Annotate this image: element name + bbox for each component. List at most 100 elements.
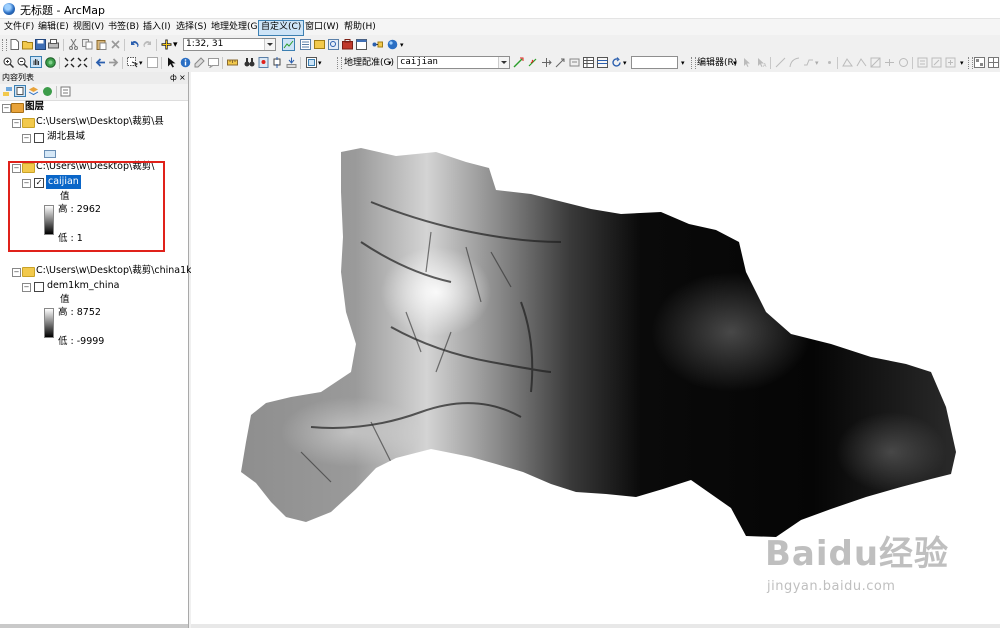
collapse-layer-toggle[interactable]: −	[22, 283, 31, 292]
create-viewer-window-icon[interactable]	[306, 57, 317, 68]
list-by-drawing-order-icon[interactable]	[2, 86, 13, 97]
sketch-properties-icon[interactable]	[931, 57, 942, 68]
menu-insert[interactable]: 插入(I)	[141, 20, 173, 34]
georeferencing-layer-select[interactable]: caijian	[397, 56, 510, 69]
save-icon[interactable]	[35, 39, 46, 50]
find-binoculars-icon[interactable]	[244, 57, 255, 68]
go-forward-icon[interactable]	[108, 57, 119, 68]
editor-menu[interactable]: 编辑器(R)	[697, 57, 737, 69]
construction-dropdown-arrow[interactable]: ▾	[815, 57, 819, 69]
copy-icon[interactable]	[82, 39, 93, 50]
chevron-down-icon[interactable]	[498, 57, 509, 68]
view-link-table-icon[interactable]	[583, 57, 594, 68]
add-data-dropdown-arrow[interactable]: ▾	[173, 39, 178, 51]
chevron-down-icon[interactable]	[264, 39, 275, 50]
select-elements-arrow-icon[interactable]	[166, 57, 177, 68]
straight-segment-icon[interactable]	[775, 57, 786, 68]
new-document-icon[interactable]	[9, 39, 20, 50]
undo-icon[interactable]	[129, 39, 140, 50]
spatial-analyst-icon[interactable]	[974, 57, 985, 68]
toolbar-grip[interactable]	[2, 39, 7, 51]
open-time-slider-icon[interactable]	[286, 57, 297, 68]
identify-icon[interactable]	[180, 57, 191, 68]
select-features-icon[interactable]	[127, 57, 138, 68]
open-folder-icon[interactable]	[22, 39, 33, 50]
cut-icon[interactable]	[68, 39, 79, 50]
toc-horizontal-scrollbar[interactable]	[0, 624, 188, 628]
model-builder-icon[interactable]	[372, 39, 383, 50]
polygon-symbol-swatch[interactable]	[44, 150, 56, 158]
shift-icon[interactable]	[541, 57, 552, 68]
menu-help[interactable]: 帮助(H)	[342, 20, 378, 34]
fixed-zoom-out-icon[interactable]	[77, 57, 88, 68]
full-extent-icon[interactable]	[45, 57, 56, 68]
find-route-icon[interactable]	[258, 57, 269, 68]
toolbar-overflow-icon[interactable]: ▾	[400, 39, 404, 51]
close-icon[interactable]: ×	[179, 72, 186, 84]
toolbar-grip[interactable]	[691, 57, 696, 69]
pan-hand-icon[interactable]	[30, 56, 42, 68]
go-to-xy-icon[interactable]	[272, 57, 283, 68]
split-tool-icon[interactable]	[884, 57, 895, 68]
georeferencing-dropdown-arrow[interactable]: ▾	[388, 57, 392, 69]
select-dropdown-arrow[interactable]: ▾	[139, 57, 143, 69]
layer-name[interactable]: 湖北县域	[47, 130, 85, 144]
reshape-feature-icon[interactable]	[856, 57, 867, 68]
collapse-group-toggle[interactable]: −	[12, 268, 21, 277]
editor-dropdown-arrow[interactable]: ▾	[733, 57, 737, 69]
rotate-tool-icon[interactable]	[898, 57, 909, 68]
redo-icon[interactable]	[142, 39, 153, 50]
georeferencing-menu[interactable]: 地理配准(G)	[344, 57, 394, 69]
python-window-icon[interactable]	[356, 39, 367, 50]
menu-geoprocessing[interactable]: 地理处理(G)	[209, 20, 263, 34]
collapse-group-toggle[interactable]: −	[12, 119, 21, 128]
menu-windows[interactable]: 窗口(W)	[303, 20, 341, 34]
edit-tool-icon[interactable]	[742, 57, 753, 68]
trace-icon[interactable]	[803, 57, 814, 68]
html-popup-icon[interactable]	[208, 57, 219, 68]
province-dem-fill[interactable]	[241, 148, 956, 537]
table-of-contents-icon[interactable]	[300, 39, 311, 50]
options-icon[interactable]	[60, 86, 71, 97]
edit-annotation-icon[interactable]: A	[756, 57, 767, 68]
clear-selection-icon[interactable]	[147, 57, 158, 68]
menu-edit[interactable]: 编辑(E)	[36, 20, 71, 34]
add-control-points-icon[interactable]	[527, 57, 538, 68]
measure-icon[interactable]	[227, 57, 238, 68]
rotation-dropdown-arrow[interactable]: ▾	[623, 57, 627, 69]
raster-tool-icon[interactable]	[988, 57, 999, 68]
zoom-in-icon[interactable]	[3, 57, 14, 68]
map-scale-combo[interactable]: 1:32, 31	[183, 38, 276, 51]
menu-selection[interactable]: 选择(S)	[174, 20, 209, 34]
menu-file[interactable]: 文件(F)	[2, 20, 36, 34]
toolbar-overflow-icon[interactable]: ▾	[681, 57, 685, 69]
editor-toolbar-icon[interactable]	[282, 38, 295, 51]
go-back-icon[interactable]	[95, 57, 106, 68]
fixed-zoom-in-icon[interactable]	[64, 57, 75, 68]
toolbar-grip[interactable]	[968, 57, 973, 69]
catalog-window-icon[interactable]	[314, 39, 325, 50]
refresh-icon[interactable]	[611, 57, 622, 68]
layer-visibility-checkbox[interactable]	[34, 133, 44, 143]
edit-vertices-icon[interactable]	[842, 57, 853, 68]
arctoolbox-icon[interactable]	[342, 39, 353, 50]
link-table-icon[interactable]	[597, 57, 608, 68]
layers-root-label[interactable]: 图层	[25, 100, 44, 114]
rotate-icon[interactable]	[513, 57, 524, 68]
list-by-selection-icon[interactable]	[42, 86, 53, 97]
toolbar-overflow-icon[interactable]: ▾	[318, 57, 322, 69]
scale-icon[interactable]	[555, 57, 566, 68]
collapse-layer-toggle[interactable]: −	[22, 134, 31, 143]
layer-visibility-checkbox[interactable]	[34, 282, 44, 292]
paste-icon[interactable]	[96, 39, 107, 50]
collapse-layers-toggle[interactable]: −	[2, 104, 11, 113]
globe-icon[interactable]	[387, 39, 398, 50]
menu-bookmarks[interactable]: 书签(B)	[106, 20, 141, 34]
data-source-path[interactable]: C:\Users\w\Desktop\裁剪\china1k	[36, 264, 192, 278]
map-display[interactable]: Baidu经验 jingyan.baidu.com	[191, 72, 1000, 624]
list-by-visibility-icon[interactable]	[28, 86, 39, 97]
add-data-icon[interactable]	[161, 39, 172, 50]
toolbar-grip[interactable]	[337, 57, 342, 69]
menu-customize[interactable]: 自定义(C)	[258, 20, 305, 36]
end-point-arc-icon[interactable]	[789, 57, 800, 68]
